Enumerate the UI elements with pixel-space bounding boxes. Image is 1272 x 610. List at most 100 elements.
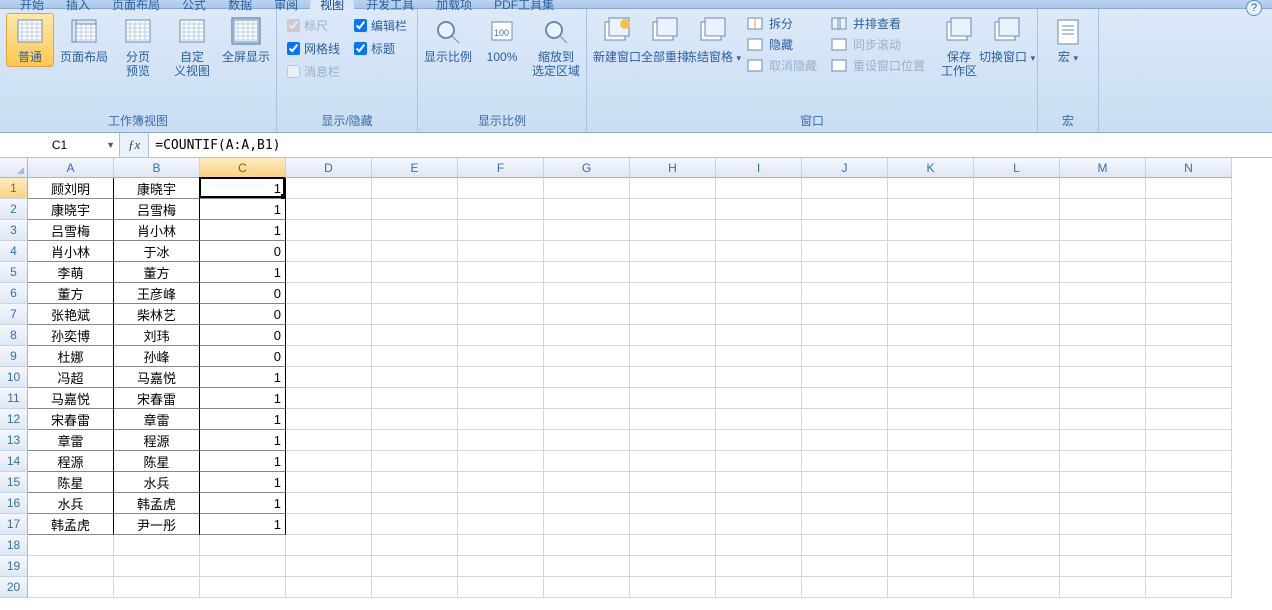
- cell[interactable]: [802, 220, 888, 241]
- cell[interactable]: [286, 220, 372, 241]
- cell[interactable]: [630, 325, 716, 346]
- select-all-corner[interactable]: [0, 158, 28, 178]
- cell[interactable]: [372, 451, 458, 472]
- cell[interactable]: [372, 283, 458, 304]
- cell[interactable]: [458, 220, 544, 241]
- cell[interactable]: [200, 556, 286, 577]
- tab-开始[interactable]: 开始: [10, 0, 54, 9]
- cell[interactable]: [458, 493, 544, 514]
- column-header-B[interactable]: B: [114, 158, 200, 178]
- row-header-18[interactable]: 18: [0, 535, 28, 556]
- tab-加载项[interactable]: 加载项: [426, 0, 482, 9]
- cell[interactable]: [888, 388, 974, 409]
- cell[interactable]: [1146, 493, 1232, 514]
- cell[interactable]: [716, 577, 802, 598]
- cell[interactable]: 0: [200, 283, 286, 304]
- cell[interactable]: [630, 346, 716, 367]
- cell[interactable]: [1146, 199, 1232, 220]
- cell[interactable]: [458, 535, 544, 556]
- chevron-down-icon[interactable]: ▼: [106, 140, 115, 150]
- zoom-button[interactable]: 显示比例: [424, 13, 472, 67]
- cell[interactable]: [372, 535, 458, 556]
- tab-页面布局[interactable]: 页面布局: [102, 0, 170, 9]
- cell[interactable]: [716, 514, 802, 535]
- cell[interactable]: [974, 556, 1060, 577]
- cell[interactable]: 章雷: [114, 409, 200, 430]
- cell[interactable]: 1: [200, 430, 286, 451]
- cell[interactable]: [888, 346, 974, 367]
- cell[interactable]: [802, 451, 888, 472]
- cell[interactable]: [716, 451, 802, 472]
- cell[interactable]: [1146, 241, 1232, 262]
- cell[interactable]: [458, 472, 544, 493]
- cell[interactable]: 程源: [114, 430, 200, 451]
- cell[interactable]: [1060, 430, 1146, 451]
- cell[interactable]: [630, 514, 716, 535]
- formulabar-check-input[interactable]: [354, 19, 367, 32]
- cell[interactable]: [802, 535, 888, 556]
- split-button[interactable]: 拆分: [743, 13, 821, 34]
- cell[interactable]: [544, 304, 630, 325]
- cell[interactable]: [974, 283, 1060, 304]
- cell[interactable]: [544, 409, 630, 430]
- cell[interactable]: [458, 367, 544, 388]
- cell[interactable]: [458, 283, 544, 304]
- new-window-button[interactable]: 新建窗口: [593, 13, 641, 68]
- cell[interactable]: [458, 178, 544, 199]
- cell[interactable]: [1060, 451, 1146, 472]
- column-header-F[interactable]: F: [458, 158, 544, 178]
- cell[interactable]: [1146, 283, 1232, 304]
- cell[interactable]: [802, 577, 888, 598]
- cell[interactable]: [888, 241, 974, 262]
- cell[interactable]: 1: [200, 451, 286, 472]
- cell[interactable]: [458, 451, 544, 472]
- cell[interactable]: [372, 241, 458, 262]
- cell[interactable]: [1146, 304, 1232, 325]
- cell[interactable]: [372, 409, 458, 430]
- normal-view-button[interactable]: 普通: [6, 13, 54, 67]
- gridlines-check-input[interactable]: [287, 42, 300, 55]
- cell[interactable]: [716, 430, 802, 451]
- custom-views-button[interactable]: 自定 义视图: [168, 13, 216, 81]
- cell[interactable]: [974, 451, 1060, 472]
- cell[interactable]: [28, 556, 114, 577]
- fx-icon[interactable]: ƒx: [128, 137, 140, 153]
- cell[interactable]: [1060, 262, 1146, 283]
- tab-视图[interactable]: 视图: [310, 0, 354, 9]
- cell[interactable]: [716, 346, 802, 367]
- cell[interactable]: [200, 577, 286, 598]
- row-header-19[interactable]: 19: [0, 556, 28, 577]
- cell[interactable]: [1060, 220, 1146, 241]
- cell[interactable]: 冯超: [28, 367, 114, 388]
- hide-button[interactable]: 隐藏: [743, 34, 821, 55]
- cell[interactable]: 肖小林: [114, 220, 200, 241]
- cell[interactable]: [888, 451, 974, 472]
- cell[interactable]: [286, 409, 372, 430]
- row-header-4[interactable]: 4: [0, 241, 28, 262]
- cell[interactable]: [372, 430, 458, 451]
- row-header-16[interactable]: 16: [0, 493, 28, 514]
- cell[interactable]: [974, 199, 1060, 220]
- cell[interactable]: 康晓宇: [114, 178, 200, 199]
- cell[interactable]: [716, 367, 802, 388]
- cell[interactable]: [286, 493, 372, 514]
- cell[interactable]: [544, 451, 630, 472]
- cell[interactable]: 董方: [28, 283, 114, 304]
- cell[interactable]: [974, 388, 1060, 409]
- cell[interactable]: [286, 262, 372, 283]
- row-header-8[interactable]: 8: [0, 325, 28, 346]
- headings-check-input[interactable]: [354, 42, 367, 55]
- cell[interactable]: 宋春雷: [28, 409, 114, 430]
- cell[interactable]: [802, 388, 888, 409]
- cell[interactable]: [1060, 514, 1146, 535]
- cell[interactable]: 柴林艺: [114, 304, 200, 325]
- cell[interactable]: [802, 325, 888, 346]
- column-header-N[interactable]: N: [1146, 158, 1232, 178]
- cell[interactable]: [716, 535, 802, 556]
- cell[interactable]: 康晓宇: [28, 199, 114, 220]
- cell[interactable]: 孙奕博: [28, 325, 114, 346]
- cell[interactable]: [630, 262, 716, 283]
- cell[interactable]: [974, 325, 1060, 346]
- column-header-D[interactable]: D: [286, 158, 372, 178]
- cell[interactable]: [544, 388, 630, 409]
